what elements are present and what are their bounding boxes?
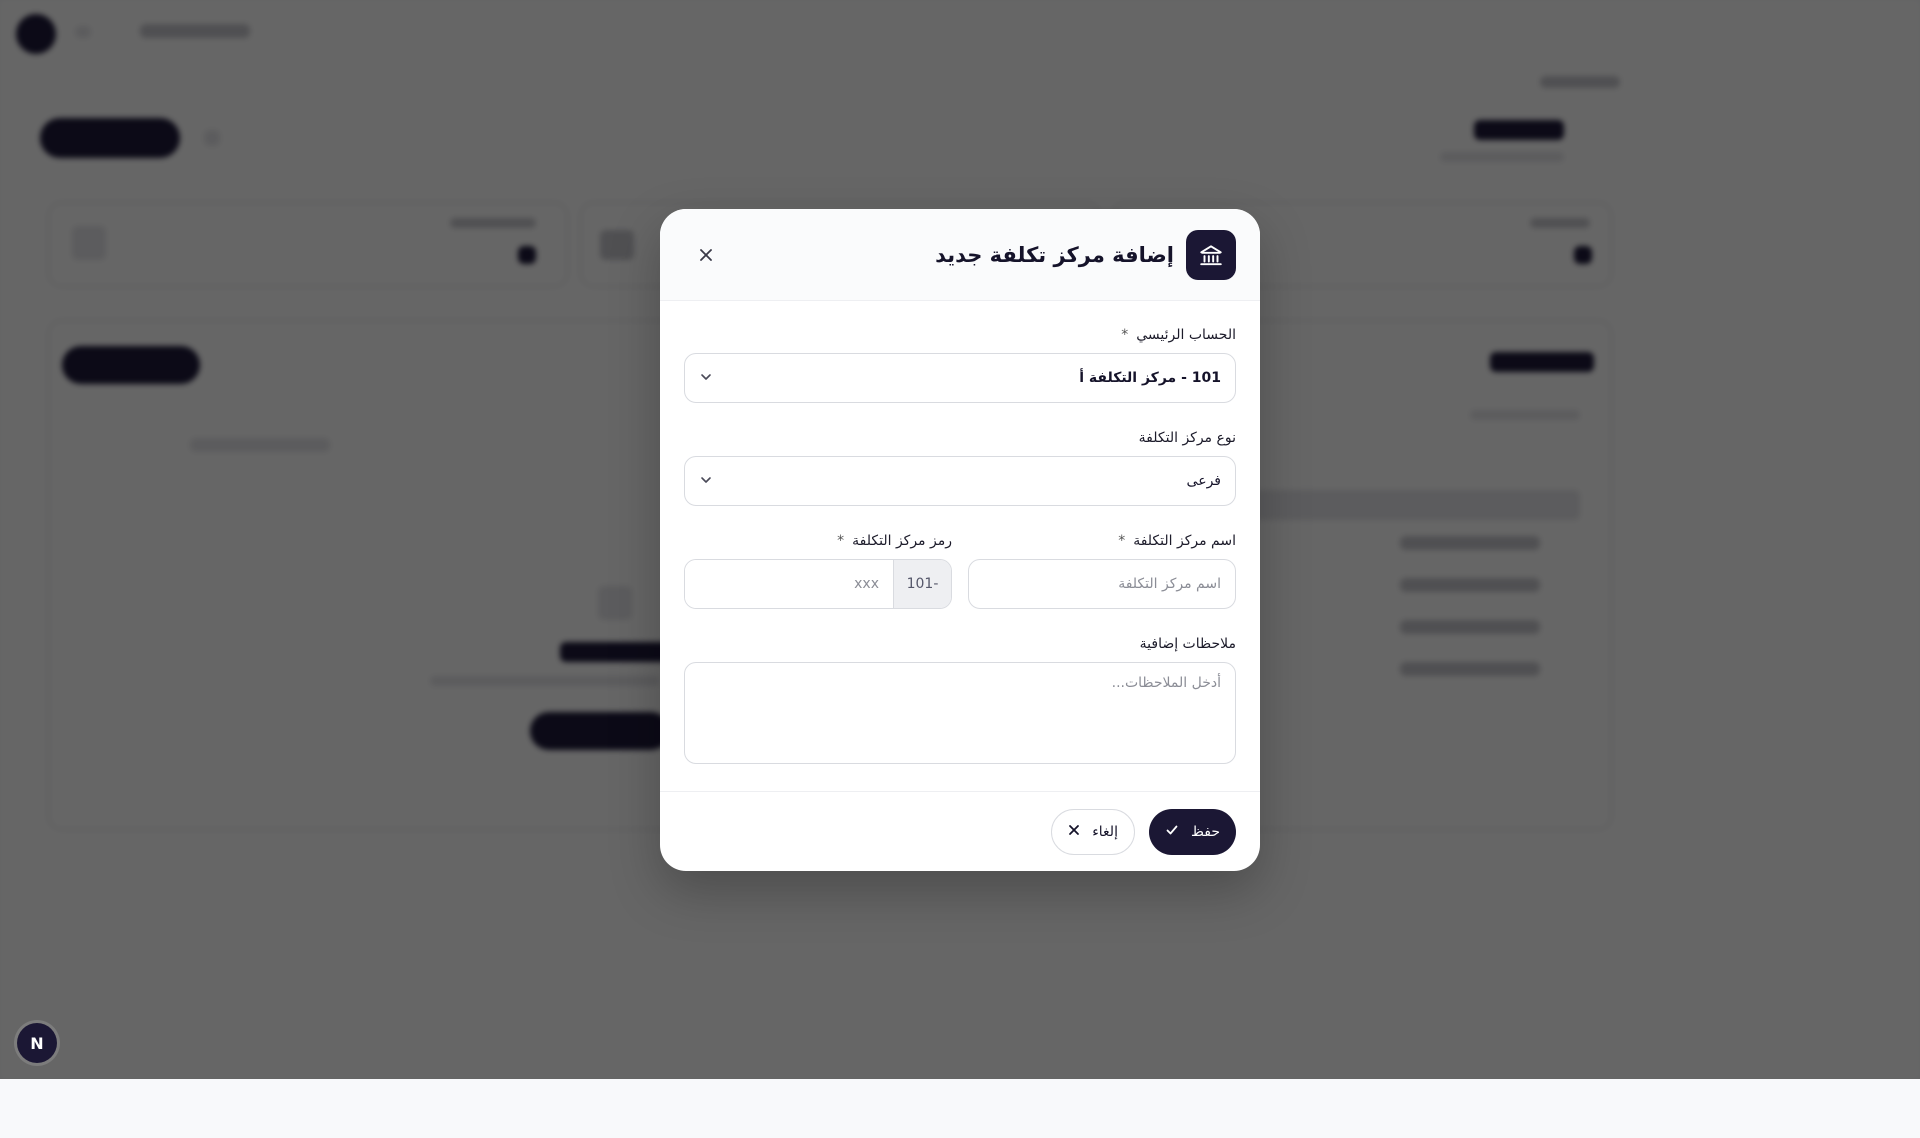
cancel-label: إلغاء: [1092, 823, 1118, 840]
required-mark: *: [1118, 533, 1126, 549]
chevron-down-icon: [699, 369, 713, 388]
cost-center-type-label: نوع مركز التكلفة: [1138, 430, 1236, 446]
parent-account-field: الحساب الرئيسي * 101 - مركز التكلفة أ: [684, 325, 1236, 403]
cost-center-code-input[interactable]: [685, 560, 893, 608]
check-icon: [1165, 823, 1179, 841]
save-button[interactable]: حفظ: [1148, 808, 1236, 855]
cost-center-name-field: اسم مركز التكلفة *: [968, 531, 1236, 609]
cost-center-name-input[interactable]: [968, 559, 1236, 609]
cost-center-code-label: رمز مركز التكلفة: [852, 533, 952, 549]
parent-account-select[interactable]: 101 - مركز التكلفة أ: [684, 353, 1236, 403]
modal-body: الحساب الرئيسي * 101 - مركز التكلفة أ نو…: [660, 301, 1260, 768]
notes-field: ملاحظات إضافية: [684, 634, 1236, 768]
cost-center-name-label: اسم مركز التكلفة: [1133, 533, 1236, 549]
cost-center-type-field: نوع مركز التكلفة فرعى: [684, 428, 1236, 506]
cost-center-code-group: 101-: [684, 559, 952, 609]
fab-label: N: [30, 1033, 44, 1053]
modal-header: إضافة مركز تكلفة جديد: [660, 209, 1260, 301]
close-icon: [1068, 824, 1080, 840]
name-code-row: اسم مركز التكلفة * رمز مركز التكلفة * 10…: [684, 531, 1236, 634]
page-footer-area: [0, 1079, 1920, 1138]
cost-center-type-select[interactable]: فرعى: [684, 456, 1236, 506]
building-columns-icon: [1186, 229, 1236, 280]
cost-center-type-value: فرعى: [1186, 473, 1221, 489]
cost-center-type-label-row: نوع مركز التكلفة: [684, 428, 1236, 448]
close-icon[interactable]: [690, 239, 722, 271]
add-cost-center-modal: إضافة مركز تكلفة جديد الحساب الرئيسي * 1…: [660, 209, 1260, 871]
modal-footer: حفظ إلغاء: [660, 791, 1260, 871]
required-mark: *: [837, 533, 845, 549]
parent-account-label-row: الحساب الرئيسي *: [684, 325, 1236, 345]
code-prefix: 101-: [893, 560, 951, 608]
parent-account-value: 101 - مركز التكلفة أ: [1079, 370, 1221, 386]
modal-title: إضافة مركز تكلفة جديد: [935, 242, 1174, 267]
n-badge-button[interactable]: N: [17, 1023, 57, 1063]
parent-account-label: الحساب الرئيسي: [1136, 327, 1236, 343]
cost-center-name-label-row: اسم مركز التكلفة *: [968, 531, 1236, 551]
required-mark: *: [1121, 327, 1129, 343]
notes-textarea[interactable]: [684, 662, 1236, 764]
cost-center-code-field: رمز مركز التكلفة * 101-: [684, 531, 952, 609]
chevron-down-icon: [699, 472, 713, 491]
cost-center-code-label-row: رمز مركز التكلفة *: [684, 531, 952, 551]
save-label: حفظ: [1190, 823, 1220, 840]
notes-label-row: ملاحظات إضافية: [684, 634, 1236, 654]
cancel-button[interactable]: إلغاء: [1051, 808, 1135, 855]
notes-label: ملاحظات إضافية: [1139, 636, 1236, 652]
